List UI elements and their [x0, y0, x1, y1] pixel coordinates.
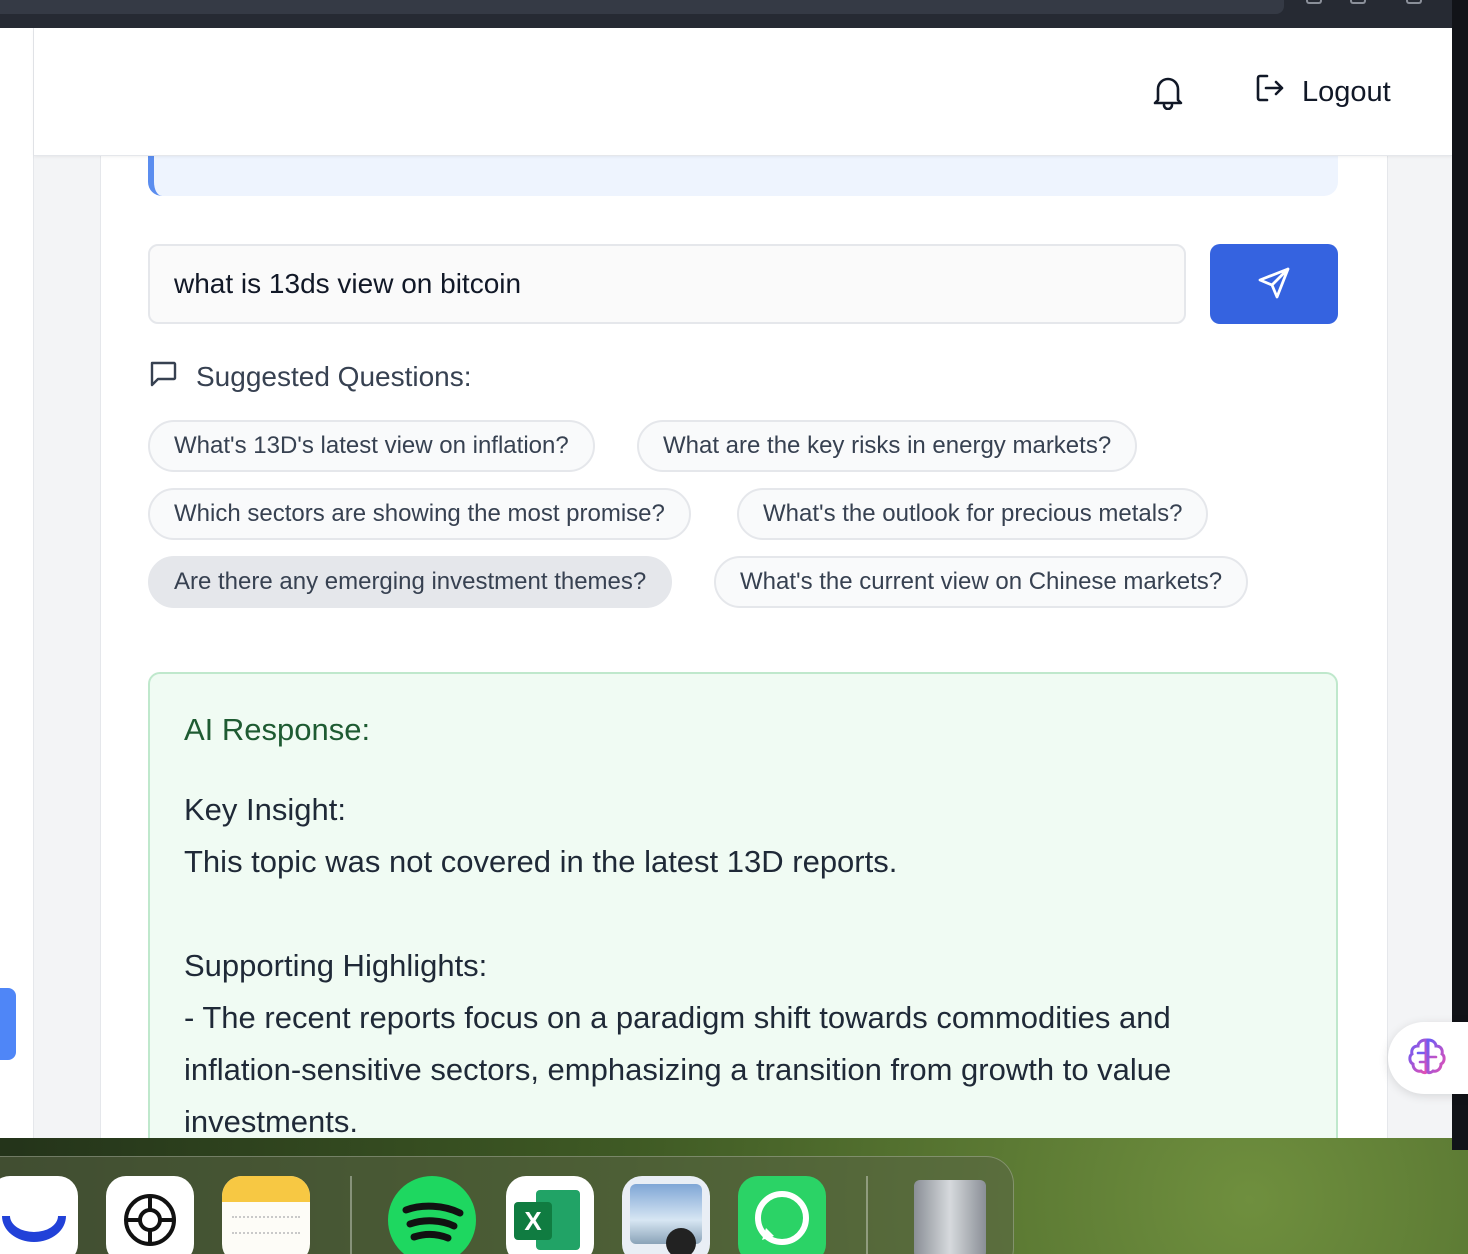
dock-separator: [350, 1176, 352, 1254]
send-icon: [1257, 266, 1291, 303]
question-input[interactable]: [148, 244, 1186, 324]
browser-window: PM Logout: [0, 28, 1452, 1138]
key-insight-label: Key Insight:: [184, 792, 346, 827]
sidebar: [0, 28, 34, 1138]
highlight-line: inflation-sensitive sectors, emphasizing…: [184, 1052, 1172, 1087]
supporting-highlights-label: Supporting Highlights:: [184, 948, 488, 983]
logout-button[interactable]: Logout: [1254, 68, 1391, 116]
excel-icon[interactable]: X: [506, 1176, 594, 1254]
highlight-line: - The recent reports focus on a paradigm…: [184, 1000, 1171, 1035]
suggested-questions-heading: Suggested Questions:: [148, 358, 472, 395]
suggested-question-chip[interactable]: What's the outlook for precious metals?: [737, 488, 1209, 540]
top-header: Logout: [34, 28, 1452, 156]
extension-icon[interactable]: [1350, 0, 1366, 4]
ai-response-title: AI Response:: [184, 712, 371, 747]
logout-icon: [1254, 72, 1286, 112]
brain-icon: [1406, 1035, 1448, 1082]
chatgpt-icon[interactable]: [106, 1176, 194, 1254]
preview-icon[interactable]: [622, 1176, 710, 1254]
ai-assistant-button[interactable]: [1388, 1022, 1468, 1094]
window-edge: [1452, 0, 1468, 1150]
key-insight-text: This topic was not covered in the latest…: [184, 844, 898, 879]
message-square-icon: [148, 358, 178, 395]
trash-icon[interactable]: [906, 1176, 994, 1254]
ai-response-panel: AI Response: Key Insight: This topic was…: [148, 672, 1338, 1138]
tabs-icon[interactable]: [1406, 0, 1422, 4]
highlight-line: investments.: [184, 1104, 359, 1138]
notes-icon[interactable]: [222, 1176, 310, 1254]
logout-label: Logout: [1302, 75, 1391, 108]
app-icon[interactable]: [0, 1176, 78, 1254]
bell-icon[interactable]: [1152, 74, 1184, 111]
sidebar-toggle[interactable]: [0, 988, 16, 1060]
ai-response-body: Key Insight: This topic was not covered …: [184, 784, 1284, 1138]
send-button[interactable]: [1210, 244, 1338, 324]
suggested-question-chip[interactable]: Are there any emerging investment themes…: [148, 556, 673, 608]
share-icon[interactable]: [1306, 0, 1322, 4]
suggested-questions-title: Suggested Questions:: [196, 360, 472, 392]
suggested-question-chip[interactable]: What's the current view on Chinese marke…: [714, 556, 1249, 608]
browser-toolbar: [0, 0, 1468, 28]
address-bar[interactable]: [0, 0, 1284, 14]
suggested-question-chip[interactable]: What are the key risks in energy markets…: [637, 420, 1138, 472]
spotify-icon[interactable]: [388, 1176, 476, 1254]
dock-separator: [866, 1176, 868, 1254]
suggested-question-chip[interactable]: What's 13D's latest view on inflation?: [148, 420, 595, 472]
whatsapp-icon[interactable]: [738, 1176, 826, 1254]
suggested-question-chip[interactable]: Which sectors are showing the most promi…: [148, 488, 691, 540]
